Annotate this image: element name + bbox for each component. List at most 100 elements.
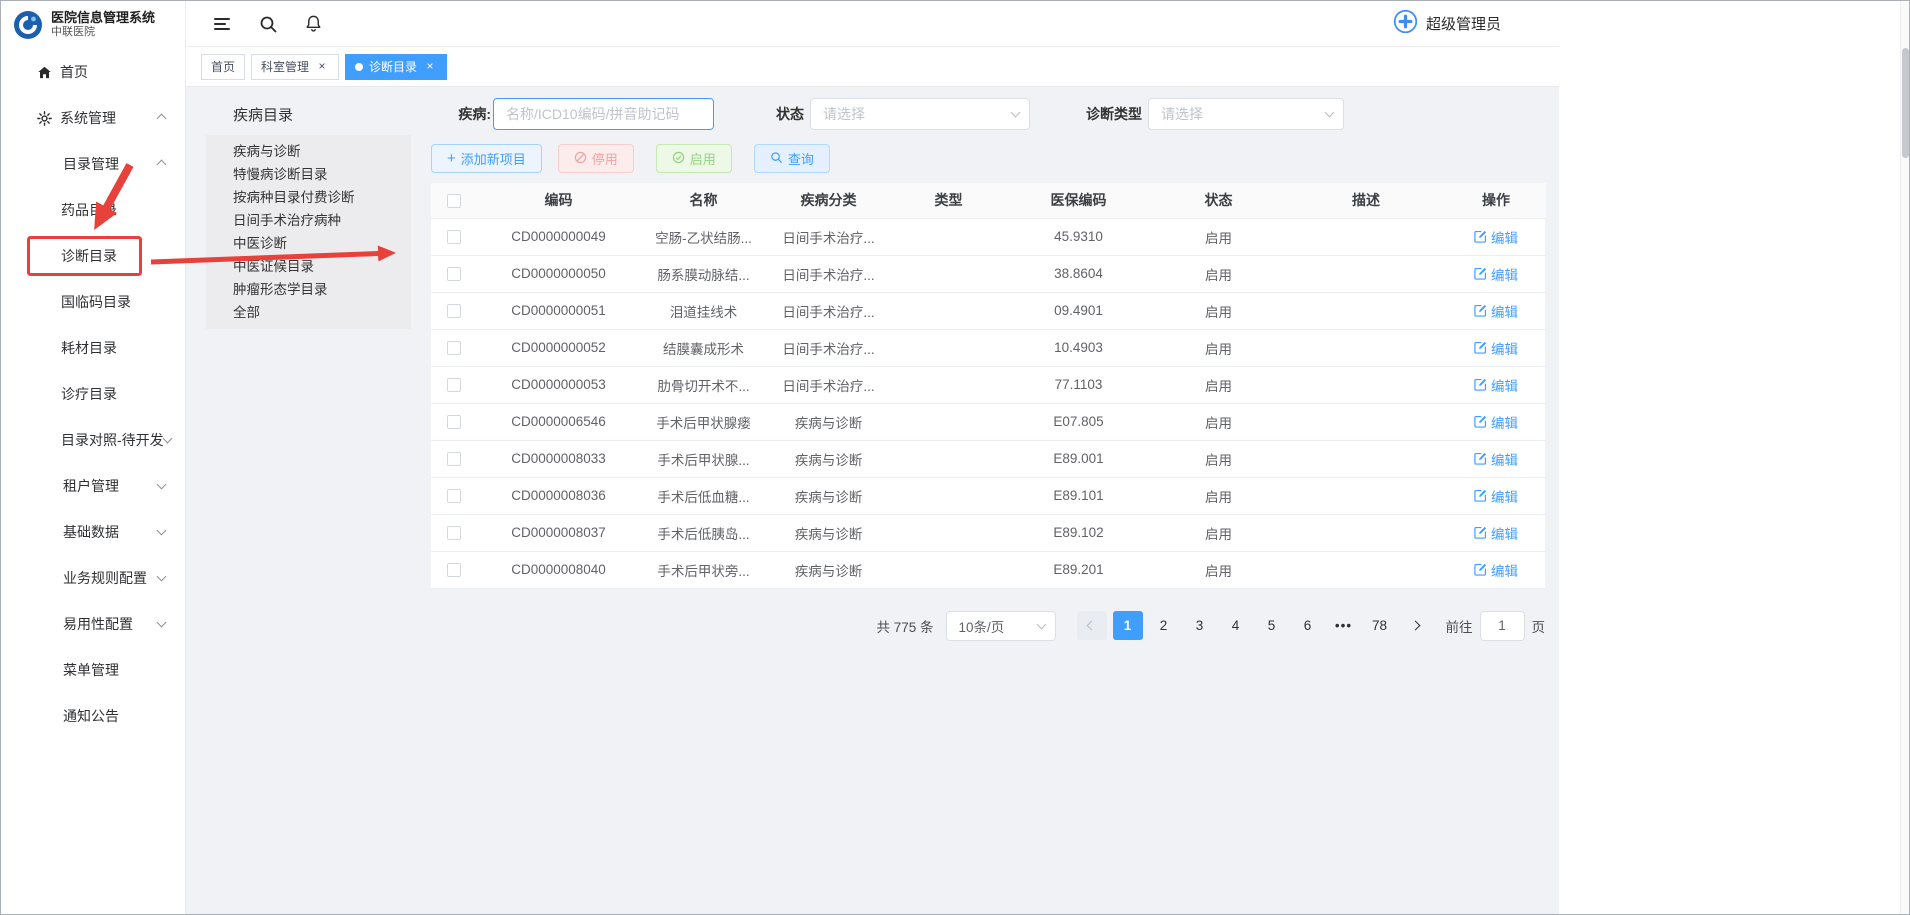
disable-label: 停用 [592,149,618,168]
bell-icon[interactable] [304,14,323,33]
row-checkbox[interactable] [447,489,461,503]
pager-page-4[interactable]: 4 [1221,611,1251,640]
cell-description [1286,366,1446,403]
pager-ellipsis[interactable]: ••• [1329,611,1359,640]
sidebar-item-catalog-mapping-dev[interactable]: 目录对照-待开发 [1,417,185,463]
sidebar-item-label: 基础数据 [63,522,119,542]
sidebar-item-basic-data[interactable]: 基础数据 [1,509,185,555]
cell-category: 疾病与诊断 [766,551,891,588]
row-checkbox[interactable] [447,415,461,429]
edit-button[interactable]: 编辑 [1474,560,1518,580]
sidebar-item-drug-catalog[interactable]: 药品目录 [1,187,185,233]
chevron-right-icon [1411,621,1421,631]
row-checkbox[interactable] [447,341,461,355]
enable-button[interactable]: 启用 [656,144,732,173]
sidebar-item-catalog-management[interactable]: 目录管理 [1,141,185,187]
disease-search-input[interactable] [493,98,714,130]
tab-0[interactable]: 首页 [201,54,245,80]
catalog-item-5[interactable]: 中医证候目录 [206,255,411,278]
sidebar-item-treatment-catalog[interactable]: 诊疗目录 [1,371,185,417]
catalog-title: 疾病目录 [206,98,411,135]
row-checkbox[interactable] [447,378,461,392]
edit-button[interactable]: 编辑 [1474,264,1518,284]
catalog-item-1[interactable]: 特慢病诊断目录 [206,163,411,186]
menu-fold-icon[interactable] [212,14,232,34]
enable-label: 启用 [690,149,716,168]
sidebar-item-home[interactable]: 首页 [1,49,185,95]
catalog-item-4[interactable]: 中医诊断 [206,232,411,255]
catalog-item-6[interactable]: 肿瘤形态学目录 [206,278,411,301]
page-size-select[interactable]: 10条/页 [946,611,1056,641]
pager-page-3[interactable]: 3 [1185,611,1215,640]
edit-button[interactable]: 编辑 [1474,486,1518,506]
user-menu[interactable]: 超级管理员 [1393,9,1501,38]
pager-page-5[interactable]: 5 [1257,611,1287,640]
tab-1[interactable]: 科室管理× [251,54,339,80]
tab-bar: 首页科室管理×诊断目录× [186,47,1559,87]
edit-button[interactable]: 编辑 [1474,227,1518,247]
sidebar-item-consumable-catalog[interactable]: 耗材目录 [1,325,185,371]
query-button[interactable]: 查询 [754,144,830,173]
row-checkbox[interactable] [447,304,461,318]
home-icon [37,65,52,80]
edit-button[interactable]: 编辑 [1474,338,1518,358]
edit-button[interactable]: 编辑 [1474,523,1518,543]
cell-code: CD0000006546 [476,403,641,440]
sidebar-item-usability-config[interactable]: 易用性配置 [1,601,185,647]
sidebar-item-national-code-catalog[interactable]: 国临码目录 [1,279,185,325]
scrollbar-thumb[interactable] [1902,48,1909,158]
chevron-down-icon [157,526,167,536]
cell-status: 启用 [1151,551,1286,588]
cell-type [891,403,1006,440]
pager-page-6[interactable]: 6 [1293,611,1323,640]
sidebar-item-label: 系统管理 [60,108,116,128]
cell-insurance_code: E89.101 [1006,477,1151,514]
sidebar-item-menu-management[interactable]: 菜单管理 [1,647,185,693]
edit-button[interactable]: 编辑 [1474,375,1518,395]
cell-insurance_code: 45.9310 [1006,218,1151,255]
add-item-button[interactable]: + 添加新项目 [431,144,542,173]
column-header-3: 类型 [891,183,1006,218]
row-checkbox[interactable] [447,563,461,577]
sidebar-item-notice-announcement[interactable]: 通知公告 [1,693,185,739]
row-checkbox[interactable] [447,452,461,466]
scrollbar[interactable] [1900,1,1909,914]
disable-button[interactable]: 停用 [558,144,634,173]
row-checkbox[interactable] [447,267,461,281]
catalog-item-0[interactable]: 疾病与诊断 [206,140,411,163]
catalog-item-3[interactable]: 日间手术治疗病种 [206,209,411,232]
prev-page-button[interactable] [1077,611,1107,640]
sidebar-item-diagnosis-catalog[interactable]: 诊断目录 [1,233,185,279]
cell-name: 肋骨切开术不... [641,366,766,403]
diagnosis-type-select[interactable]: 请选择 [1148,98,1344,130]
edit-button[interactable]: 编辑 [1474,449,1518,469]
table-row-6: CD0000008033手术后甲状腺...疾病与诊断E89.001启用编辑 [431,440,1546,477]
edit-button[interactable]: 编辑 [1474,412,1518,432]
catalog-item-2[interactable]: 按病种目录付费诊断 [206,186,411,209]
content-area: 疾病目录 疾病与诊断特慢病诊断目录按病种目录付费诊断日间手术治疗病种中医诊断中医… [186,87,1559,914]
pager-page-1[interactable]: 1 [1113,611,1143,640]
row-checkbox[interactable] [447,230,461,244]
work-panel: 疾病: 状态 请选择 诊断类型 请选择 [431,98,1545,914]
cell-insurance_code: 38.8604 [1006,255,1151,292]
row-checkbox[interactable] [447,526,461,540]
next-page-button[interactable] [1401,611,1431,640]
query-label: 查询 [788,149,814,168]
search-icon[interactable] [258,14,278,34]
tab-2[interactable]: 诊断目录× [345,54,447,80]
catalog-item-7[interactable]: 全部 [206,301,411,324]
pager-page-78[interactable]: 78 [1365,611,1395,640]
chevron-down-icon [1325,108,1335,118]
sidebar-item-system-management[interactable]: 系统管理 [1,95,185,141]
status-select[interactable]: 请选择 [810,98,1030,130]
goto-page-input[interactable] [1480,611,1525,641]
sidebar-item-business-rules-config[interactable]: 业务规则配置 [1,555,185,601]
status-select-placeholder: 请选择 [823,104,865,124]
close-icon[interactable]: × [423,60,437,74]
sidebar-item-tenant-management[interactable]: 租户管理 [1,463,185,509]
pager-page-2[interactable]: 2 [1149,611,1179,640]
cell-type [891,292,1006,329]
select-all-checkbox[interactable] [447,194,461,208]
edit-button[interactable]: 编辑 [1474,301,1518,321]
close-icon[interactable]: × [315,60,329,74]
